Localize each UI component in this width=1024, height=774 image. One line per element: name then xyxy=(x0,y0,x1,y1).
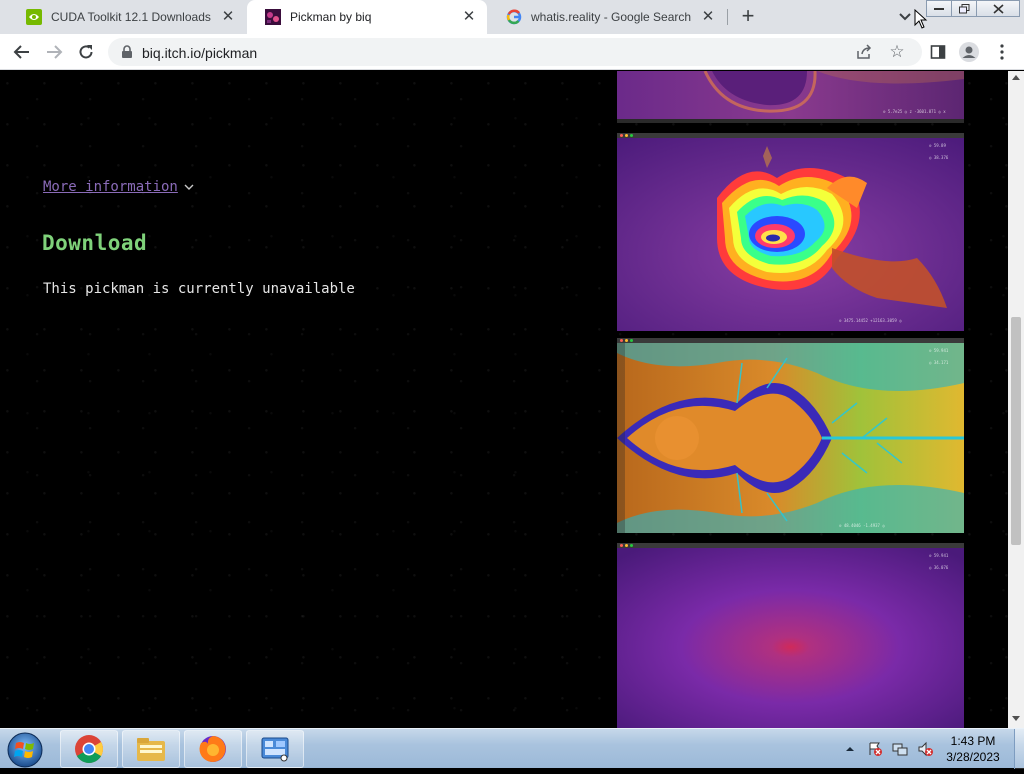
scroll-down-icon[interactable] xyxy=(1012,716,1020,721)
nvidia-icon xyxy=(26,9,42,25)
download-status-text: This pickman is currently unavailable xyxy=(43,281,355,297)
screenshot-1[interactable]: ⊙ 5.7e25 ◎ z -3601.871 ◎ x xyxy=(617,71,964,123)
tab-title: CUDA Toolkit 12.1 Downloads | N xyxy=(51,10,214,24)
tab-search-icon[interactable] xyxy=(897,8,913,24)
profile-avatar-icon[interactable] xyxy=(959,42,979,62)
start-button[interactable] xyxy=(6,731,44,769)
show-desktop-button[interactable] xyxy=(1014,729,1024,769)
tab-title: Pickman by biq xyxy=(290,10,372,24)
share-icon[interactable] xyxy=(856,44,872,60)
google-icon xyxy=(506,9,522,25)
address-bar[interactable]: biq.itch.io/pickman ☆ xyxy=(108,38,922,66)
tab-google-search[interactable]: whatis.reality - Google Search ✕ xyxy=(488,0,726,34)
firefox-icon[interactable] xyxy=(184,730,242,768)
back-arrow-icon[interactable] xyxy=(12,42,32,62)
network-icon[interactable] xyxy=(892,741,908,757)
more-information-label: More information xyxy=(43,179,178,195)
window-controls xyxy=(926,0,1020,18)
taskbar: 1:43 PM 3/28/2023 xyxy=(0,728,1024,769)
clock-time: 1:43 PM xyxy=(950,734,996,748)
reload-icon[interactable] xyxy=(76,42,96,62)
page-content: More information Download This pickman i… xyxy=(0,71,1008,728)
close-tab-icon[interactable]: ✕ xyxy=(700,9,716,25)
show-hidden-icons[interactable] xyxy=(842,741,858,757)
browser-toolbar: biq.itch.io/pickman ☆ xyxy=(0,34,1024,70)
screenshot-2[interactable]: ⊙ 59.89 ◎ 38.376 ⊙ 3475.14452 +12163.305… xyxy=(617,133,964,331)
close-window-button[interactable] xyxy=(976,0,1020,17)
clock-date: 3/28/2023 xyxy=(946,750,1000,764)
screenshot-4[interactable]: ⊙ 59.941 ◎ 36.076 xyxy=(617,543,964,728)
tab-separator xyxy=(727,9,728,25)
more-information-link[interactable]: More information xyxy=(43,179,195,195)
chrome-icon[interactable] xyxy=(60,730,118,768)
download-heading: Download xyxy=(42,231,148,255)
bookmark-star-icon[interactable]: ☆ xyxy=(888,43,906,61)
chevron-down-icon xyxy=(184,184,194,190)
lock-icon[interactable] xyxy=(120,45,134,59)
action-center-icon[interactable] xyxy=(867,741,883,757)
tab-strip: CUDA Toolkit 12.1 Downloads | N ✕ Pickma… xyxy=(0,0,1024,34)
minimize-button[interactable] xyxy=(926,0,952,17)
new-tab-button[interactable]: + xyxy=(737,5,759,28)
url-text[interactable]: biq.itch.io/pickman xyxy=(142,45,257,61)
volume-muted-icon[interactable] xyxy=(917,741,933,757)
tab-cuda[interactable]: CUDA Toolkit 12.1 Downloads | N ✕ xyxy=(8,0,246,34)
menu-kebab-icon[interactable] xyxy=(992,42,1012,62)
restore-button[interactable] xyxy=(951,0,977,17)
tab-pickman[interactable]: Pickman by biq ✕ xyxy=(247,0,487,34)
pickman-favicon xyxy=(265,9,281,25)
close-tab-icon[interactable]: ✕ xyxy=(461,9,477,25)
screenshot-3[interactable]: ⊙ 59.941 ◎ 34.171 ⊙ 48.4046 -1.4937 ◎ xyxy=(617,338,964,533)
vertical-scrollbar[interactable] xyxy=(1008,71,1024,728)
close-tab-icon[interactable]: ✕ xyxy=(220,9,236,25)
system-tray xyxy=(842,729,942,769)
scroll-up-icon[interactable] xyxy=(1012,75,1020,80)
side-panel-icon[interactable] xyxy=(928,42,948,62)
tab-title: whatis.reality - Google Search xyxy=(531,10,692,24)
forward-arrow-icon[interactable] xyxy=(44,42,64,62)
taskbar-clock[interactable]: 1:43 PM 3/28/2023 xyxy=(940,733,1006,765)
scrollbar-thumb[interactable] xyxy=(1011,317,1021,545)
control-panel-icon[interactable] xyxy=(246,730,304,768)
file-explorer-icon[interactable] xyxy=(122,730,180,768)
